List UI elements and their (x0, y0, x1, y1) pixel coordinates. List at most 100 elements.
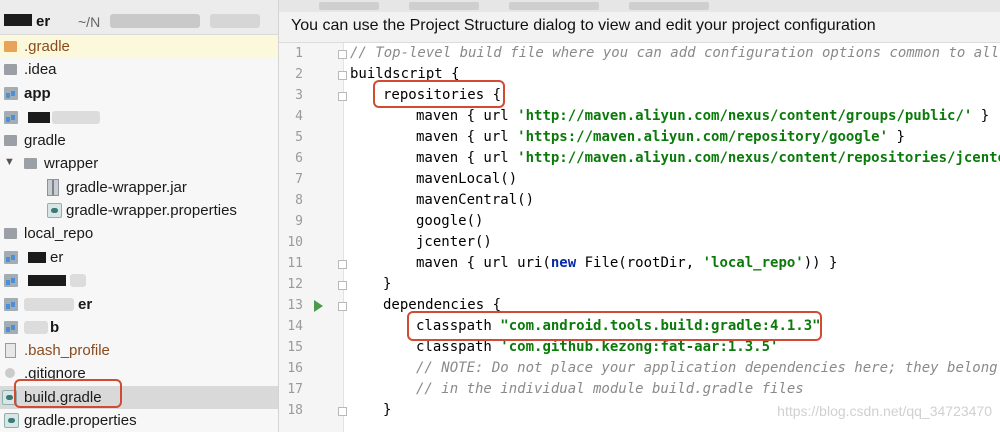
annotation-box-classpath (407, 311, 822, 341)
code-line-6[interactable]: maven { url 'http://maven.aliyun.com/nex… (416, 150, 1000, 166)
tree-item-local-repo[interactable]: local_repo (0, 222, 278, 245)
string-token: 'com.github.kezong:fat-aar:1.3.5' (500, 339, 779, 355)
jar-file-icon (47, 179, 59, 196)
fold-marker-icon[interactable] (338, 50, 347, 59)
tree-item-bash-profile[interactable]: .bash_profile (0, 339, 278, 362)
tab-fragment (409, 2, 479, 10)
blurred-path-end (210, 14, 260, 28)
fold-marker-icon[interactable] (338, 281, 347, 290)
gitignore-file-icon (5, 368, 15, 378)
tab-fragment (509, 2, 599, 10)
line-number: 10 (287, 235, 303, 250)
string-token: 'https://maven.aliyun.com/repository/goo… (517, 129, 889, 145)
line-number: 6 (295, 151, 303, 166)
tree-item-gradle-wrapper-jar[interactable]: gradle-wrapper.jar (0, 176, 278, 199)
folder-icon (4, 64, 17, 75)
file-icon (5, 343, 16, 358)
line-number: 9 (295, 214, 303, 229)
blurred-label (52, 111, 100, 124)
tab-fragment (629, 2, 709, 10)
code-line-12[interactable]: } (383, 276, 391, 292)
code-line-4[interactable]: maven { url 'http://maven.aliyun.com/nex… (416, 108, 989, 124)
code-line-17[interactable]: // in the individual module build.gradle… (416, 381, 804, 397)
module-icon (4, 111, 18, 124)
project-root-header[interactable]: er ~/N (0, 0, 278, 35)
code-line-8[interactable]: mavenCentral() (416, 192, 534, 208)
module-icon (4, 298, 18, 311)
project-tree-panel: er ~/N .gradle .idea app gradle ▼ wrappe… (0, 0, 279, 432)
string-token: 'http://maven.aliyun.com/nexus/content/g… (517, 108, 973, 124)
code-line-15[interactable]: classpath 'com.github.kezong:fat-aar:1.3… (416, 339, 778, 355)
tree-item-wrapper[interactable]: ▼ wrapper (0, 152, 278, 175)
folder-icon (24, 158, 37, 169)
code-line-9[interactable]: google() (416, 213, 483, 229)
tree-item-gradle[interactable]: gradle (0, 129, 278, 152)
line-number: 3 (295, 88, 303, 103)
code-token: maven { url (416, 108, 518, 124)
project-name: er (36, 13, 51, 30)
project-structure-banner[interactable]: You can use the Project Structure dialog… (279, 12, 1000, 43)
line-number: 16 (287, 361, 303, 376)
code-line-7[interactable]: mavenLocal() (416, 171, 517, 187)
code-token: maven { url uri( (416, 255, 551, 271)
line-number: 14 (287, 319, 303, 334)
code-token: File(rootDir, (576, 255, 703, 271)
tree-item-idea[interactable]: .idea (0, 58, 278, 81)
gradle-file-icon (47, 203, 62, 218)
code-token: maven { url (416, 150, 518, 166)
run-gutter-icon[interactable] (314, 300, 323, 312)
redacted-label (28, 252, 46, 263)
tree-item-redacted-module-4[interactable]: er (0, 293, 278, 316)
tree-item-app[interactable]: app (0, 82, 278, 105)
tree-item-gradle-dir[interactable]: .gradle (0, 35, 278, 58)
fold-marker-icon[interactable] (338, 302, 347, 311)
module-icon (4, 274, 18, 287)
line-number: 15 (287, 340, 303, 355)
chevron-down-icon[interactable]: ▼ (4, 156, 15, 168)
annotation-box-build-gradle (14, 379, 122, 408)
line-number: 12 (287, 277, 303, 292)
code-line-10[interactable]: jcenter() (416, 234, 492, 250)
module-icon (4, 321, 18, 334)
tree-item-redacted-module-5[interactable]: b (0, 316, 278, 339)
line-number: 4 (295, 109, 303, 124)
module-icon (4, 251, 18, 264)
string-token: 'http://maven.aliyun.com/nexus/content/r… (517, 150, 1000, 166)
line-number: 2 (295, 67, 303, 82)
code-line-16[interactable]: // NOTE: Do not place your application d… (416, 360, 998, 376)
folder-icon (4, 135, 17, 146)
code-line-1[interactable]: // Top-level build file where you can ad… (350, 45, 1000, 61)
tree-item-redacted-module-2[interactable]: er (0, 246, 278, 269)
fold-marker-icon[interactable] (338, 407, 347, 416)
tree-item-gradle-wrapper-properties[interactable]: gradle-wrapper.properties (0, 199, 278, 222)
code-line-11[interactable]: maven { url uri(new File(rootDir, 'local… (416, 255, 837, 271)
code-line-18[interactable]: } (383, 402, 391, 418)
line-number: 17 (287, 382, 303, 397)
tab-fragment (319, 2, 379, 10)
gradle-file-icon (4, 413, 19, 428)
tree-item-redacted-module-3[interactable] (0, 269, 278, 292)
banner-text: You can use the Project Structure dialog… (291, 17, 876, 34)
blurred-label (70, 274, 86, 287)
blurred-label (24, 321, 48, 334)
redacted-name (4, 14, 32, 26)
line-number: 7 (295, 172, 303, 187)
tree-item-gradle-properties[interactable]: gradle.properties (0, 409, 278, 432)
code-token: )) } (803, 255, 838, 271)
annotation-box-repositories (373, 80, 505, 108)
fold-marker-icon[interactable] (338, 92, 347, 101)
folder-icon (4, 41, 17, 52)
line-number: 5 (295, 130, 303, 145)
watermark-text: https://blog.csdn.net/qq_34723470 (777, 403, 992, 419)
fold-marker-icon[interactable] (338, 71, 347, 80)
redacted-label (28, 275, 66, 286)
line-number: 13 (287, 298, 303, 313)
fold-marker-icon[interactable] (338, 260, 347, 269)
keyword-token: new (550, 255, 577, 271)
code-token: classpath (416, 339, 501, 355)
code-line-5[interactable]: maven { url 'https://maven.aliyun.com/re… (416, 129, 905, 145)
line-number: 11 (287, 256, 303, 271)
blurred-label (24, 298, 74, 311)
tree-item-redacted-module[interactable] (0, 106, 278, 129)
code-token: } (888, 129, 905, 145)
